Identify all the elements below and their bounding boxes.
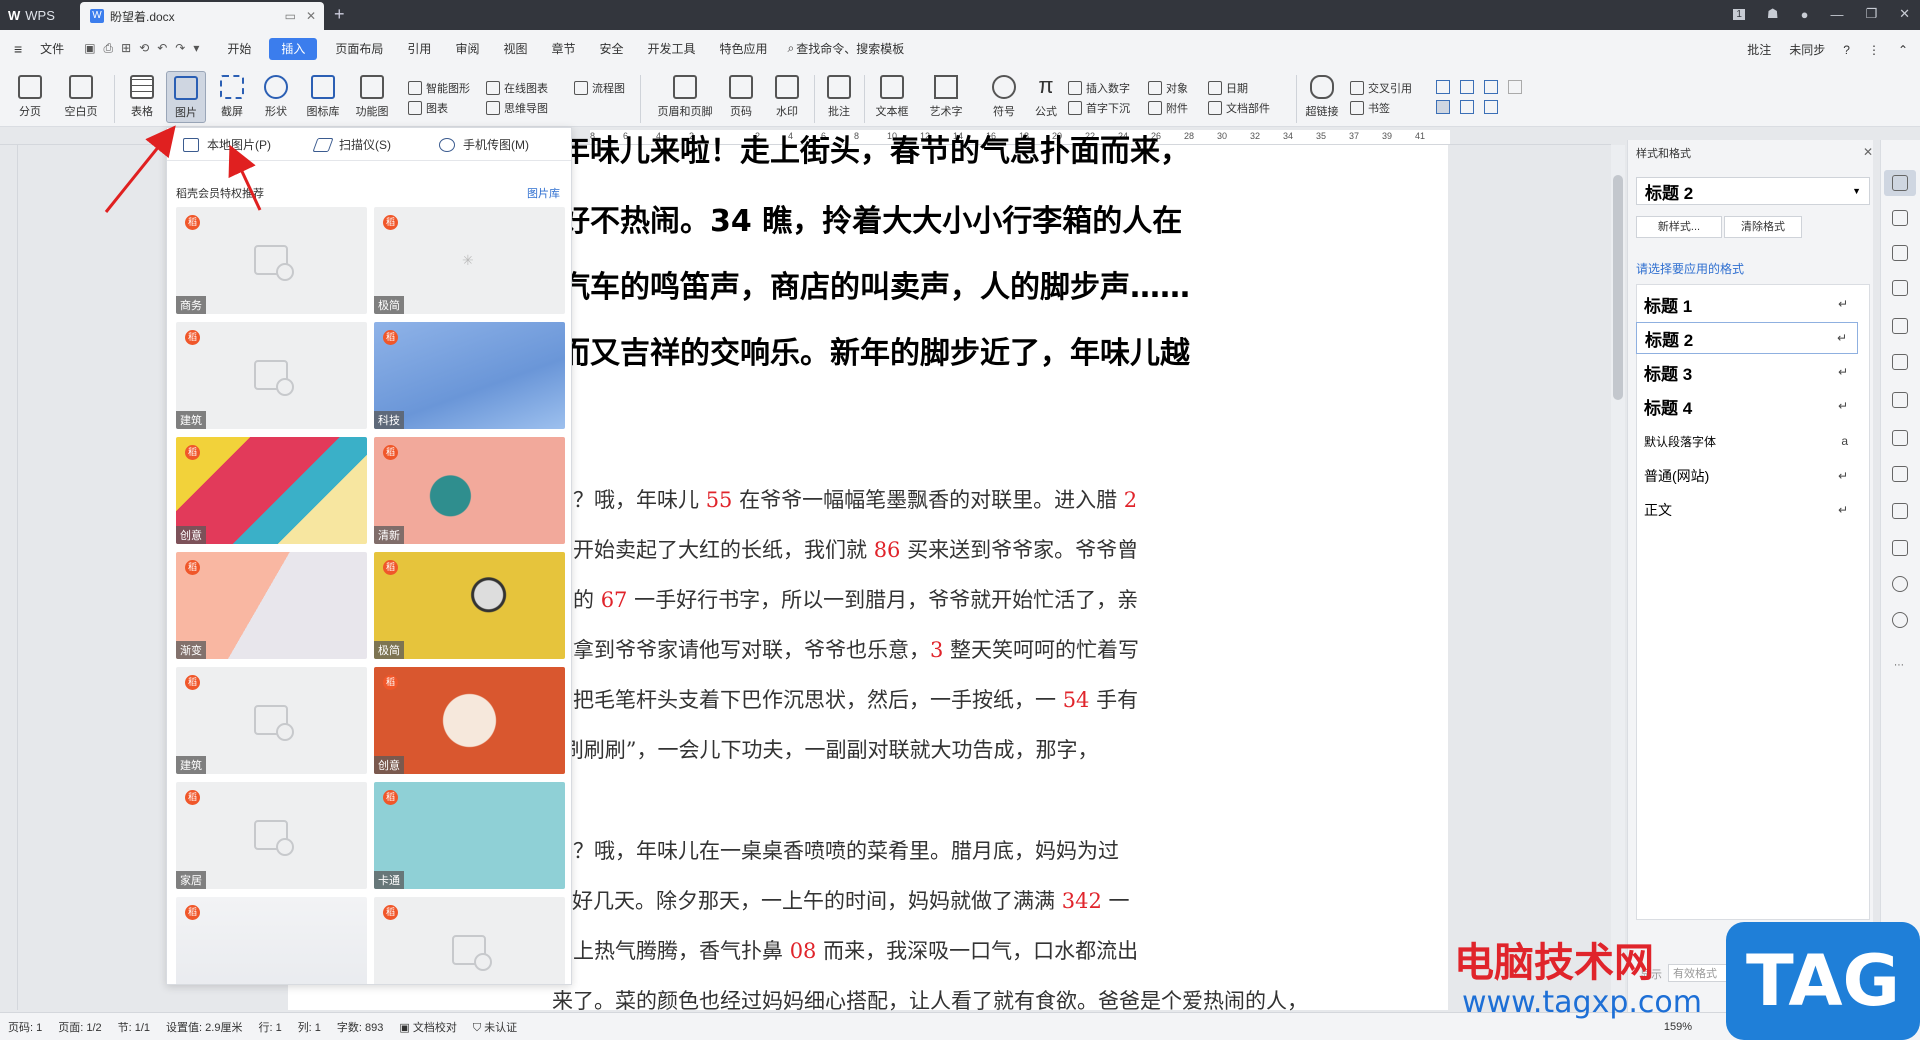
status-column: 列: 1 — [297, 1021, 321, 1034]
status-word-count[interactable]: 字数: 893 — [329, 1019, 391, 1035]
status-page-number: 页码: 1 — [8, 1021, 43, 1034]
status-certification[interactable]: ⛉ 未认证 — [465, 1019, 525, 1035]
status-section: 节: 1/1 — [117, 1021, 151, 1034]
watermark-site-name: 电脑技术网 — [1454, 940, 1654, 986]
shield-icon: ⛉ — [472, 1021, 485, 1034]
arrow-to-local-picture — [228, 144, 262, 211]
zoom-level[interactable]: 159% — [1656, 1021, 1700, 1033]
proofread-icon: ▣ — [399, 1021, 413, 1034]
status-line: 行: 1 — [258, 1021, 282, 1034]
status-proofread[interactable]: ▣ 文档校对 — [391, 1019, 464, 1035]
status-position: 设置值: 2.9厘米 — [166, 1021, 243, 1034]
watermark-url: www.tagxp.com — [1462, 985, 1702, 1020]
status-page-count: 页面: 1/2 — [58, 1021, 102, 1034]
arrow-to-picture-button — [104, 125, 176, 213]
watermark-tag-logo: TAG — [1726, 922, 1920, 1040]
annotation-arrows — [104, 125, 262, 213]
